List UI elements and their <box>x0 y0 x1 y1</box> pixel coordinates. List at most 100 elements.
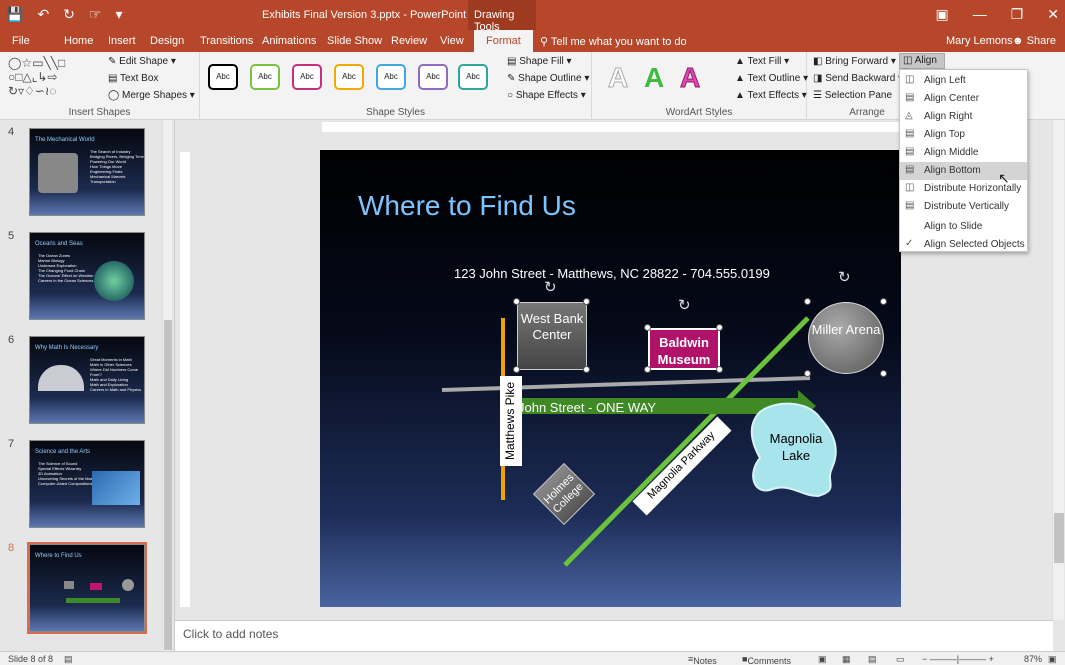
scrollbar-thumb[interactable] <box>1054 513 1064 563</box>
shape-style-swatch[interactable]: Abc <box>458 64 488 90</box>
wordart-style-pink[interactable]: A <box>679 62 700 94</box>
baldwin-museum-box[interactable]: Baldwin Museum <box>648 328 720 370</box>
share-button[interactable]: ☻ Share <box>1012 35 1056 47</box>
align-left-item[interactable]: ◫ Align Left <box>900 72 1027 90</box>
selection-handle[interactable] <box>583 298 590 305</box>
tab-home[interactable]: Home <box>64 35 93 47</box>
tab-animations[interactable]: Animations <box>262 35 316 47</box>
slide-sorter-icon[interactable]: ▦ <box>842 654 851 665</box>
customize-qat-icon[interactable]: ▾ <box>115 6 122 23</box>
align-middle-item[interactable]: ▤ Align Middle <box>900 144 1027 162</box>
miller-arena-circle[interactable]: Miller Arena <box>808 302 884 374</box>
notes-pane[interactable]: Click to add notes <box>175 620 1053 651</box>
shape-styles-label: Shape Styles <box>366 107 425 118</box>
save-icon[interactable]: 💾 <box>6 6 23 23</box>
shape-style-swatch[interactable]: Abc <box>208 64 238 90</box>
tell-me-search[interactable]: ⚲ Tell me what you want to do <box>540 35 687 48</box>
selection-handle[interactable] <box>513 298 520 305</box>
selection-handle[interactable] <box>880 298 887 305</box>
shape-style-swatch[interactable]: Abc <box>250 64 280 90</box>
align-center-item[interactable]: ▤ Align Center <box>900 90 1027 108</box>
slideshow-icon[interactable]: ▭ <box>896 654 905 665</box>
tab-review[interactable]: Review <box>391 35 427 47</box>
slide-thumbnail[interactable]: Science and the Arts The Science of Soun… <box>29 440 145 528</box>
reading-view-icon[interactable]: ▤ <box>868 654 877 665</box>
distribute-vertically-item[interactable]: ▤ Distribute Vertically <box>900 198 1027 216</box>
notes-button[interactable]: ≡ Notes <box>688 654 717 665</box>
edit-shape-button[interactable]: ✎ Edit Shape ▾ <box>108 56 176 67</box>
selection-handle[interactable] <box>644 324 651 331</box>
selection-handle[interactable] <box>880 370 887 377</box>
map-roads <box>441 316 837 567</box>
slide-thumbnail[interactable]: Why Math Is Necessary Great Moments in M… <box>29 336 145 424</box>
wordart-style-green[interactable]: A <box>644 62 664 94</box>
drawing-tools-context-label: Drawing Tools <box>468 0 536 33</box>
wordart-style-plain[interactable]: A <box>607 62 628 94</box>
slide-canvas[interactable]: Where to Find Us 123 John Street - Matth… <box>320 150 901 607</box>
selection-handle[interactable] <box>644 366 651 373</box>
tab-transitions[interactable]: Transitions <box>200 35 253 47</box>
zoom-level[interactable]: 87% <box>1024 654 1042 664</box>
fit-to-window-icon[interactable]: ▣ <box>1048 654 1057 665</box>
shape-style-swatch[interactable]: Abc <box>418 64 448 90</box>
editor-scrollbar[interactable] <box>1052 120 1064 620</box>
tab-file[interactable]: File <box>12 35 30 47</box>
undo-icon[interactable]: ↶ <box>37 6 49 23</box>
shape-effects-button[interactable]: ○ Shape Effects ▾ <box>507 90 586 101</box>
selection-handle[interactable] <box>716 324 723 331</box>
comments-button[interactable]: ■ Comments <box>742 654 791 665</box>
align-right-item[interactable]: ◬ Align Right <box>900 108 1027 126</box>
shape-outline-button[interactable]: ✎ Shape Outline ▾ <box>507 73 589 84</box>
merge-shapes-button[interactable]: ◯ Merge Shapes ▾ <box>108 90 195 101</box>
matthews-pike-label[interactable]: Matthews Pike <box>500 376 522 466</box>
rotate-handle-icon[interactable]: ↻ <box>544 278 557 296</box>
send-backward-button[interactable]: ◨ Send Backward ▾ <box>813 73 903 84</box>
align-button[interactable]: ◫ Align ▾ <box>899 53 945 77</box>
text-fill-button[interactable]: ▲ Text Fill ▾ <box>735 56 789 67</box>
shape-fill-button[interactable]: ▤ Shape Fill ▾ <box>507 56 572 67</box>
spelling-icon[interactable]: ▤ <box>64 654 73 665</box>
tab-slide-show[interactable]: Slide Show <box>327 35 382 47</box>
close-icon[interactable]: ✕ <box>1047 6 1059 23</box>
ribbon-display-icon[interactable]: ▣ <box>935 6 948 23</box>
align-top-icon: ▤ <box>905 128 915 139</box>
maximize-icon[interactable]: ❐ <box>1011 6 1024 23</box>
shape-style-swatch[interactable]: Abc <box>292 64 322 90</box>
bring-forward-button[interactable]: ◧ Bring Forward ▾ <box>813 56 896 67</box>
align-top-item[interactable]: ▤ Align Top <box>900 126 1027 144</box>
align-to-slide-item[interactable]: Align to Slide <box>900 218 1027 236</box>
slide-thumbnail[interactable]: Oceans and Seas The Ocean Zones Marine Bi… <box>29 232 145 320</box>
selection-handle[interactable] <box>804 370 811 377</box>
selection-handle[interactable] <box>716 366 723 373</box>
selection-handle[interactable] <box>583 366 590 373</box>
west-bank-center-box[interactable]: West Bank Center <box>517 302 587 370</box>
text-box-button[interactable]: ▤ Text Box <box>108 73 158 84</box>
rotate-handle-icon[interactable]: ↻ <box>678 296 691 314</box>
shape-style-swatch[interactable]: Abc <box>334 64 364 90</box>
redo-icon[interactable]: ↻ <box>63 6 75 23</box>
selection-handle[interactable] <box>513 366 520 373</box>
shapes-gallery[interactable]: ◯☆▭╲╲□ ○□△⌞↳⇨ ↻▿♢∽≀◌ <box>8 56 65 98</box>
rotate-handle-icon[interactable]: ↻ <box>838 268 851 286</box>
selection-handle[interactable] <box>804 298 811 305</box>
align-dropdown-menu: ◫ Align Left ▤ Align Center ◬ Align Right ▤… <box>899 69 1028 252</box>
thumb-shape <box>90 583 102 590</box>
text-outline-button[interactable]: ▲ Text Outline ▾ <box>735 73 808 84</box>
zoom-slider[interactable]: − ———|——— + <box>922 654 994 664</box>
selection-pane-button[interactable]: ☰ Selection Pane <box>813 90 892 101</box>
text-effects-button[interactable]: ▲ Text Effects ▾ <box>735 90 807 101</box>
scrollbar-thumb[interactable] <box>164 320 172 650</box>
tab-view[interactable]: View <box>440 35 464 47</box>
shape-style-swatch[interactable]: Abc <box>376 64 406 90</box>
thumbnails-scrollbar[interactable] <box>162 120 172 651</box>
minimize-icon[interactable]: — <box>973 6 987 23</box>
user-name[interactable]: Mary Lemons <box>946 35 1013 47</box>
slide-thumbnail-selected[interactable]: Where to Find Us <box>27 542 147 634</box>
touch-mode-icon[interactable]: ☞ <box>89 6 102 23</box>
tab-design[interactable]: Design <box>150 35 184 47</box>
normal-view-icon[interactable]: ▣ <box>818 654 827 665</box>
slide-thumbnail[interactable]: The Mechanical World The Search of Indus… <box>29 128 145 216</box>
align-selected-objects-item[interactable]: ✓ Align Selected Objects <box>900 236 1027 254</box>
tab-format[interactable]: Format <box>474 30 533 52</box>
tab-insert[interactable]: Insert <box>108 35 136 47</box>
